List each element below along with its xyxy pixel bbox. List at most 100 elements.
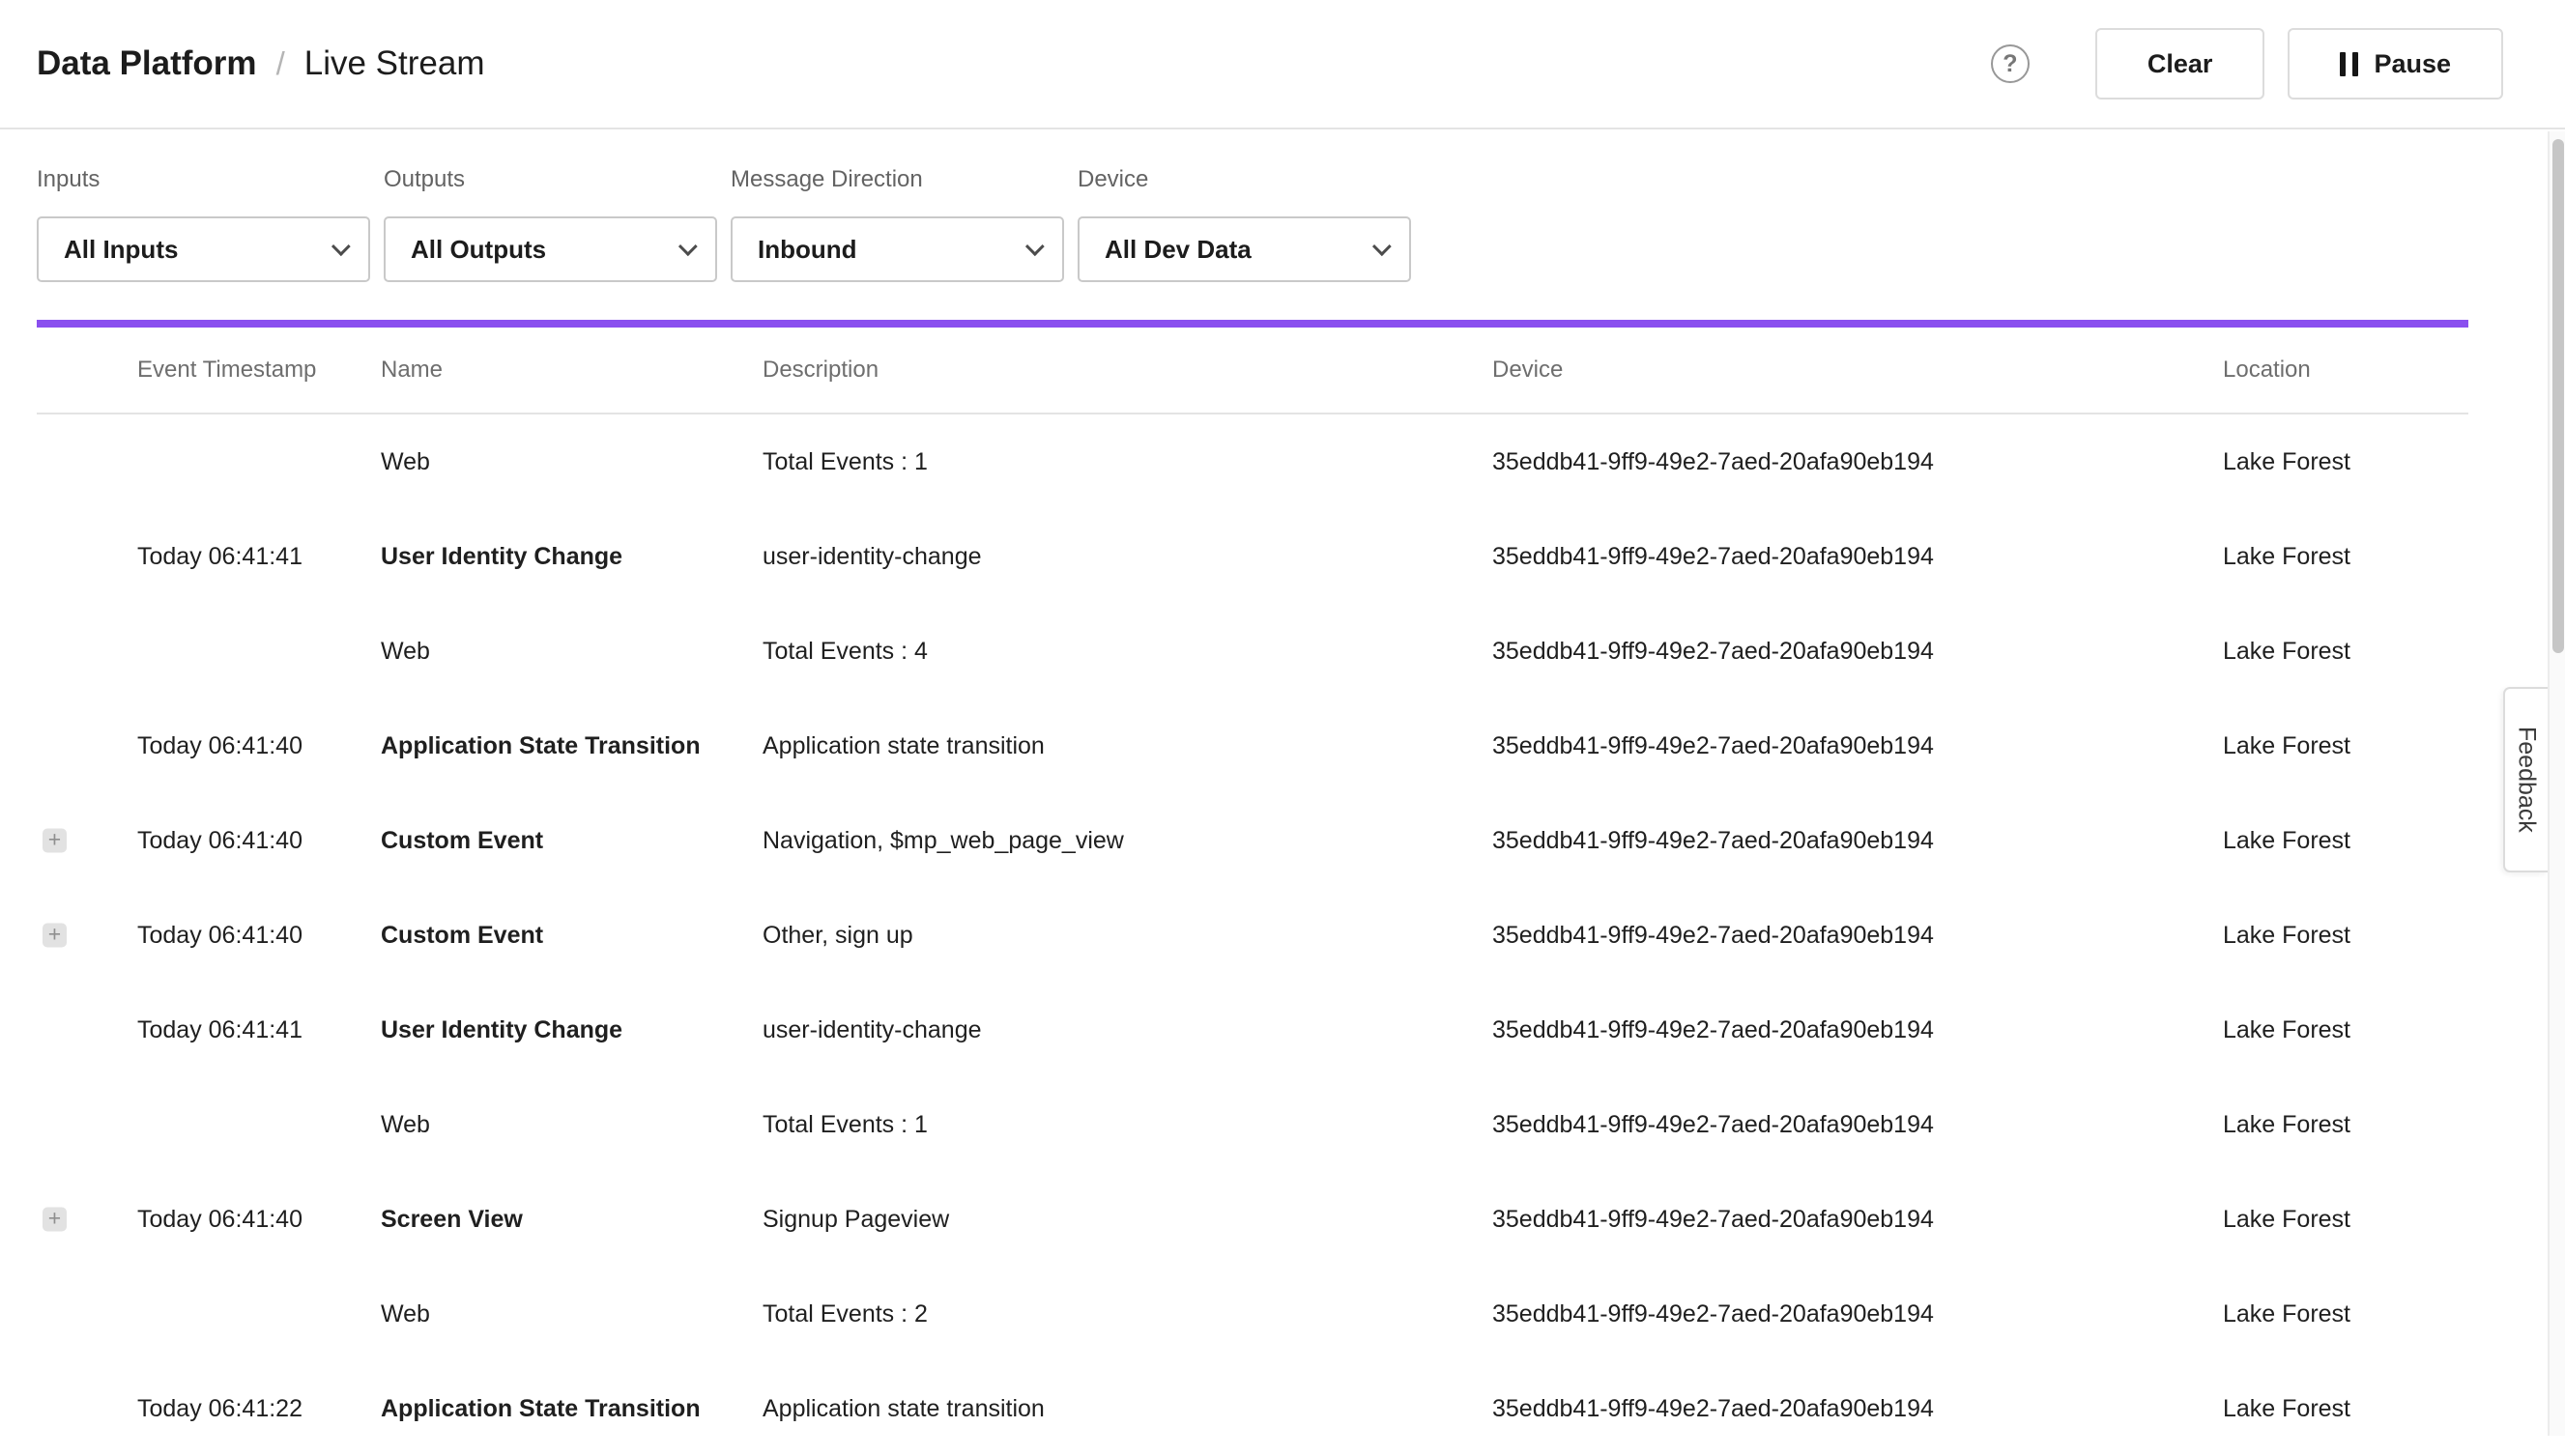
event-device-id: 35eddb41-9ff9-49e2-7aed-20afa90eb194 (1492, 1172, 1934, 1267)
table-row: Web Total Events : 4 35eddb41-9ff9-49e2-… (37, 604, 2468, 699)
filter-outputs-label: Outputs (384, 166, 717, 193)
filter-outputs: Outputs All Outputs (384, 166, 717, 282)
message-direction-dropdown[interactable]: Inbound (731, 216, 1064, 282)
event-location: Lake Forest (2223, 1361, 2350, 1456)
filter-message-direction-label: Message Direction (731, 166, 1064, 193)
event-name: Web (381, 414, 430, 509)
pause-button[interactable]: Pause (2288, 28, 2503, 100)
clear-button[interactable]: Clear (2095, 28, 2265, 100)
event-name: User Identity Change (381, 509, 622, 604)
event-location: Lake Forest (2223, 699, 2350, 793)
event-description: Total Events : 1 (763, 1077, 928, 1172)
event-location: Lake Forest (2223, 793, 2350, 888)
feedback-tab[interactable]: Feedback (2503, 687, 2548, 872)
chevron-down-icon (1372, 237, 1392, 256)
message-direction-dropdown-value: Inbound (758, 235, 857, 265)
chevron-down-icon (331, 237, 351, 256)
table-row: Today 06:41:41 User Identity Change user… (37, 983, 2468, 1077)
filter-inputs-label: Inputs (37, 166, 370, 193)
event-description: Total Events : 2 (763, 1267, 928, 1361)
event-name: Application State Transition (381, 1361, 701, 1456)
table-row: Today 06:41:40 Custom Event Navigation, … (37, 793, 2468, 888)
event-name: Custom Event (381, 793, 543, 888)
event-device-id: 35eddb41-9ff9-49e2-7aed-20afa90eb194 (1492, 509, 1934, 604)
event-description: user-identity-change (763, 509, 982, 604)
breadcrumb: Data Platform / Live Stream (37, 44, 484, 83)
event-name: Web (381, 1267, 430, 1361)
event-location: Lake Forest (2223, 888, 2350, 983)
event-device-id: 35eddb41-9ff9-49e2-7aed-20afa90eb194 (1492, 414, 1934, 509)
page-title: Live Stream (304, 44, 485, 83)
help-icon[interactable]: ? (1991, 44, 2030, 83)
top-bar: Data Platform / Live Stream ? Clear Paus… (0, 0, 2565, 129)
event-name: Web (381, 1077, 430, 1172)
outputs-dropdown[interactable]: All Outputs (384, 216, 717, 282)
table-row: Web Total Events : 2 35eddb41-9ff9-49e2-… (37, 1267, 2468, 1361)
event-device-id: 35eddb41-9ff9-49e2-7aed-20afa90eb194 (1492, 1077, 1934, 1172)
event-description: Application state transition (763, 1361, 1045, 1456)
event-location: Lake Forest (2223, 1172, 2350, 1267)
column-header-description: Description (763, 328, 879, 413)
event-description: Total Events : 1 (763, 414, 928, 509)
expand-row-icon[interactable] (43, 924, 67, 948)
filter-device: Device All Dev Data (1078, 166, 1411, 282)
column-header-name: Name (381, 328, 443, 413)
table-header-row: Event Timestamp Name Description Device … (37, 328, 2468, 414)
event-location: Lake Forest (2223, 983, 2350, 1077)
table-row: Today 06:41:40 Custom Event Other, sign … (37, 888, 2468, 983)
event-description: Other, sign up (763, 888, 913, 983)
inputs-dropdown[interactable]: All Inputs (37, 216, 370, 282)
expand-row-icon[interactable] (43, 1208, 67, 1232)
table-row: Today 06:41:41 User Identity Change user… (37, 509, 2468, 604)
event-timestamp: Today 06:41:40 (137, 1172, 303, 1267)
column-header-event-timestamp: Event Timestamp (137, 328, 316, 413)
vertical-scrollbar[interactable] (2548, 131, 2565, 1436)
accent-divider (37, 320, 2468, 328)
event-device-id: 35eddb41-9ff9-49e2-7aed-20afa90eb194 (1492, 699, 1934, 793)
event-name: User Identity Change (381, 983, 622, 1077)
event-description: Navigation, $mp_web_page_view (763, 793, 1124, 888)
event-name: Screen View (381, 1172, 523, 1267)
column-header-device: Device (1492, 328, 1563, 413)
breadcrumb-section[interactable]: Data Platform (37, 44, 257, 83)
column-header-location: Location (2223, 328, 2311, 413)
event-location: Lake Forest (2223, 414, 2350, 509)
device-dropdown-value: All Dev Data (1105, 235, 1252, 265)
event-name: Application State Transition (381, 699, 701, 793)
device-dropdown[interactable]: All Dev Data (1078, 216, 1411, 282)
event-device-id: 35eddb41-9ff9-49e2-7aed-20afa90eb194 (1492, 888, 1934, 983)
pause-icon (2340, 52, 2358, 76)
chevron-down-icon (678, 237, 698, 256)
filter-bar: Inputs All Inputs Outputs All Outputs Me… (0, 129, 2565, 282)
outputs-dropdown-value: All Outputs (411, 235, 546, 265)
event-location: Lake Forest (2223, 1267, 2350, 1361)
event-device-id: 35eddb41-9ff9-49e2-7aed-20afa90eb194 (1492, 1267, 1934, 1361)
table-row: Web Total Events : 1 35eddb41-9ff9-49e2-… (37, 414, 2468, 509)
event-timestamp: Today 06:41:22 (137, 1361, 303, 1456)
event-description: Total Events : 4 (763, 604, 928, 699)
event-description: Application state transition (763, 699, 1045, 793)
event-description: Signup Pageview (763, 1172, 949, 1267)
scrollbar-thumb[interactable] (2552, 139, 2564, 653)
filter-message-direction: Message Direction Inbound (731, 166, 1064, 282)
event-device-id: 35eddb41-9ff9-49e2-7aed-20afa90eb194 (1492, 983, 1934, 1077)
event-timestamp: Today 06:41:40 (137, 793, 303, 888)
event-timestamp: Today 06:41:40 (137, 888, 303, 983)
breadcrumb-separator: / (276, 45, 285, 82)
event-description: user-identity-change (763, 983, 982, 1077)
event-name: Web (381, 604, 430, 699)
filter-inputs: Inputs All Inputs (37, 166, 370, 282)
table-row: Today 06:41:40 Screen View Signup Pagevi… (37, 1172, 2468, 1267)
event-device-id: 35eddb41-9ff9-49e2-7aed-20afa90eb194 (1492, 1361, 1934, 1456)
top-bar-actions: ? Clear Pause (1991, 28, 2503, 100)
table-row: Web Total Events : 1 35eddb41-9ff9-49e2-… (37, 1077, 2468, 1172)
chevron-down-icon (1025, 237, 1045, 256)
event-timestamp: Today 06:41:41 (137, 509, 303, 604)
event-device-id: 35eddb41-9ff9-49e2-7aed-20afa90eb194 (1492, 604, 1934, 699)
live-stream-table: Event Timestamp Name Description Device … (37, 320, 2468, 1456)
inputs-dropdown-value: All Inputs (64, 235, 178, 265)
table-row: Today 06:41:22 Application State Transit… (37, 1361, 2468, 1456)
event-location: Lake Forest (2223, 509, 2350, 604)
expand-row-icon[interactable] (43, 829, 67, 853)
table-row: Today 06:41:40 Application State Transit… (37, 699, 2468, 793)
